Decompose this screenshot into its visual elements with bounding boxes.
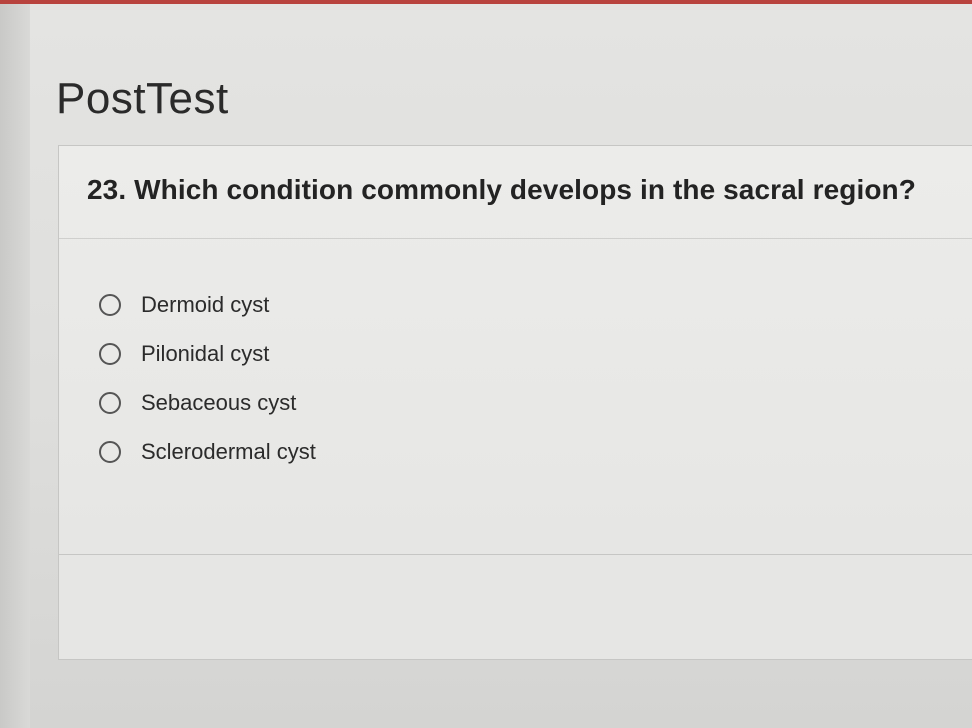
answer-option-sclerodermal-cyst[interactable]: Sclerodermal cyst: [99, 427, 972, 476]
radio-button[interactable]: [99, 342, 121, 365]
answer-option-label: Sebaceous cyst: [141, 389, 297, 415]
answer-option-label: Dermoid cyst: [141, 291, 270, 317]
answer-option-sebaceous-cyst[interactable]: Sebaceous cyst: [99, 378, 972, 427]
answer-option-dermoid-cyst[interactable]: Dermoid cyst: [99, 280, 972, 329]
radio-button[interactable]: [99, 293, 121, 316]
question-footer-panel: [58, 555, 972, 660]
radio-button[interactable]: [99, 440, 121, 463]
answer-option-label: Pilonidal cyst: [141, 340, 270, 366]
left-margin: [0, 4, 30, 728]
radio-button[interactable]: [99, 391, 121, 414]
question-header: 23. Which condition commonly develops in…: [59, 146, 972, 239]
question-card: 23. Which condition commonly develops in…: [58, 145, 972, 555]
top-accent-bar: [0, 0, 972, 4]
page-title: PostTest: [56, 74, 229, 123]
answer-options: Dermoid cyst Pilonidal cyst Sebaceous cy…: [59, 239, 972, 476]
question-text: 23. Which condition commonly develops in…: [87, 174, 916, 205]
answer-option-label: Sclerodermal cyst: [141, 438, 316, 464]
answer-option-pilonidal-cyst[interactable]: Pilonidal cyst: [99, 329, 972, 378]
